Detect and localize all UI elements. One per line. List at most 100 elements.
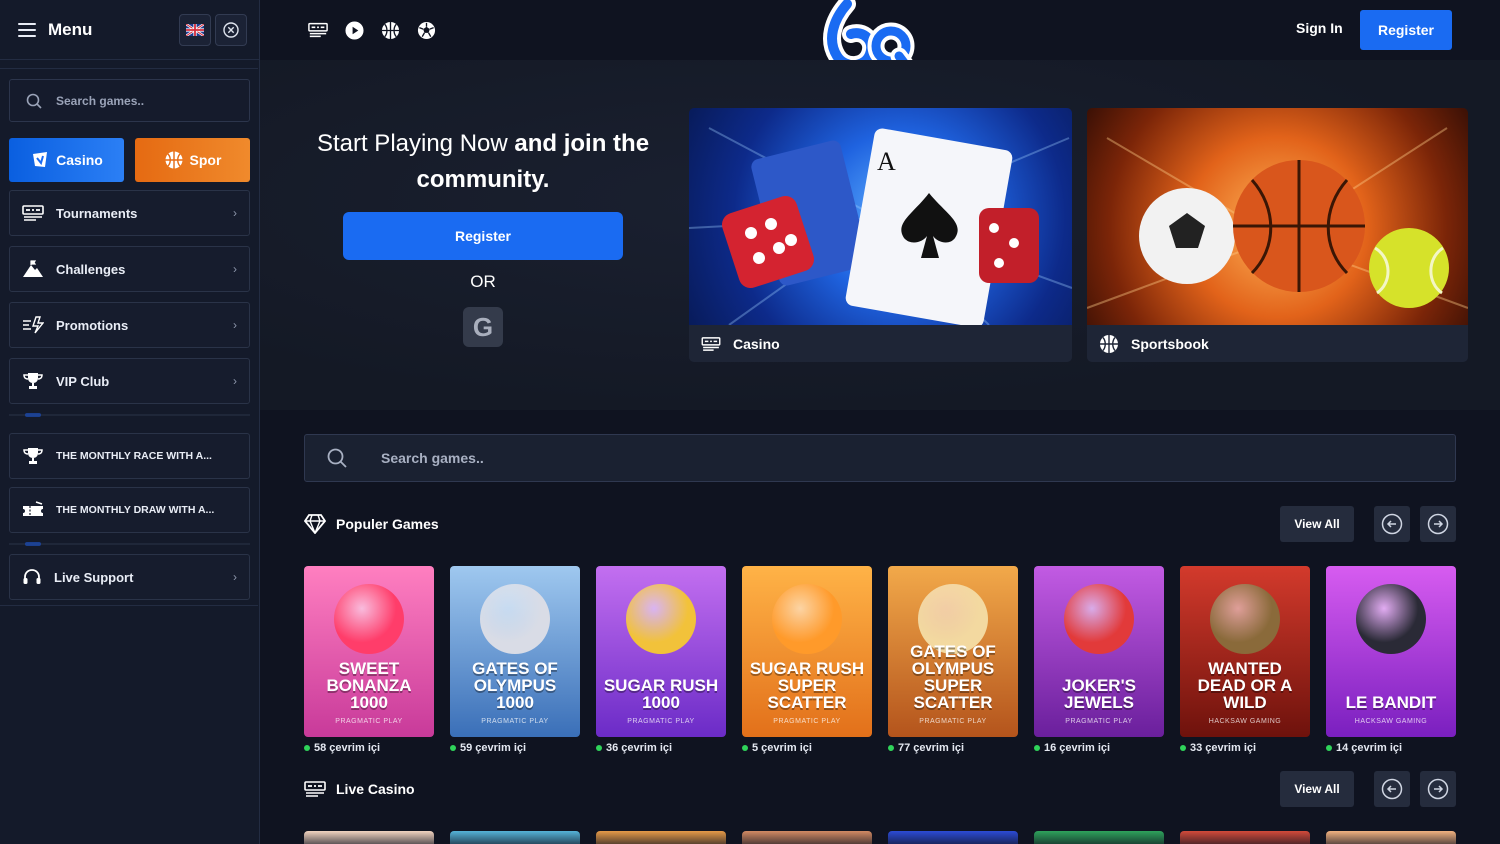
game-provider: PRAGMATIC PLAY xyxy=(481,718,549,725)
game-tile[interactable]: LE BANDIT HACKSAW GAMING 14 çevrim içi xyxy=(1326,566,1456,754)
live-next-button[interactable] xyxy=(1420,771,1456,807)
live-game-tile[interactable] xyxy=(742,831,872,844)
casino-art: A xyxy=(689,127,1072,328)
sidebar-item-label: Tournaments xyxy=(56,205,138,221)
live-game-tile[interactable] xyxy=(1180,831,1310,844)
top-link-tournaments[interactable] xyxy=(308,20,328,40)
game-tile[interactable]: SWEET BONANZA 1000 PRAGMATIC PLAY 58 çevri… xyxy=(304,566,434,754)
game-title: WANTED DEAD OR A WILD xyxy=(1197,659,1293,712)
game-provider: PRAGMATIC PLAY xyxy=(1065,718,1133,725)
live-game-tile[interactable] xyxy=(304,831,434,844)
popular-games-title: Populer Games xyxy=(336,516,439,532)
sidebar-event-monthly-draw[interactable]: THE MONTHLY DRAW WITH A... xyxy=(9,487,250,533)
live-casino-header: Live Casino View All xyxy=(304,771,1456,807)
casino-card-caption: Casino xyxy=(689,325,1072,362)
game-thumbnail[interactable]: SUGAR RUSH SUPER SCATTER PRAGMATIC PLAY xyxy=(742,566,872,737)
chevron-right-icon: › xyxy=(233,570,237,584)
game-title: SWEET BONANZA 1000 xyxy=(326,659,412,712)
google-login-button[interactable]: G xyxy=(463,307,503,347)
trophy-icon xyxy=(23,373,43,389)
game-provider: PRAGMATIC PLAY xyxy=(919,718,987,725)
sportsbook-card-caption: Sportsbook xyxy=(1087,325,1468,362)
game-art xyxy=(480,584,550,654)
game-tile[interactable]: GATES OF OLYMPUS SUPER SCATTER PRAGMATIC … xyxy=(888,566,1018,754)
game-online-count: 5 çevrim içi xyxy=(742,742,872,754)
hamburger-icon[interactable] xyxy=(18,22,36,37)
game-tile[interactable]: SUGAR RUSH 1000 PRAGMATIC PLAY 36 çevrim i… xyxy=(596,566,726,754)
menu-title: Menu xyxy=(48,19,93,39)
top-link-football[interactable] xyxy=(416,20,436,40)
popular-view-all-button[interactable]: View All xyxy=(1280,506,1354,542)
toggle-spor[interactable]: Spor xyxy=(135,138,250,182)
game-tile[interactable]: JOKER'S JEWELS PRAGMATIC PLAY 16 çevrim iç… xyxy=(1034,566,1164,754)
sign-in-link[interactable]: Sign In xyxy=(1296,20,1343,36)
game-online-count: 14 çevrim içi xyxy=(1326,742,1456,754)
live-game-tile[interactable] xyxy=(450,831,580,844)
chevron-right-icon: › xyxy=(233,318,237,332)
game-tile[interactable]: GATES OF OLYMPUS 1000 PRAGMATIC PLAY 59 çe… xyxy=(450,566,580,754)
popular-next-button[interactable] xyxy=(1420,506,1456,542)
sidebar-search-input[interactable]: Search games.. xyxy=(9,79,250,122)
arrow-left-circle-icon xyxy=(1381,778,1403,800)
games-search-placeholder: Search games.. xyxy=(381,450,484,466)
casino-card[interactable]: A Casino xyxy=(689,108,1072,362)
live-game-tile[interactable] xyxy=(1326,831,1456,844)
sidebar-item-challenges[interactable]: Challenges › xyxy=(9,246,250,292)
live-prev-button[interactable] xyxy=(1374,771,1410,807)
live-casino-icon xyxy=(304,781,326,797)
top-bar: Sign In Register xyxy=(260,0,1500,81)
live-game-tile[interactable] xyxy=(1034,831,1164,844)
sportsbook-card-label: Sportsbook xyxy=(1131,335,1209,352)
online-dot-icon xyxy=(742,745,748,751)
register-button[interactable]: Register xyxy=(1360,10,1452,50)
close-button[interactable] xyxy=(215,13,247,46)
language-button[interactable] xyxy=(179,13,211,46)
popular-prev-button[interactable] xyxy=(1374,506,1410,542)
sidebar-item-promotions[interactable]: Promotions › xyxy=(9,302,250,348)
game-online-label: 58 çevrim içi xyxy=(314,742,381,754)
live-casino-list xyxy=(304,831,1456,844)
game-online-count: 77 çevrim içi xyxy=(888,742,1018,754)
game-thumbnail[interactable]: SUGAR RUSH 1000 PRAGMATIC PLAY xyxy=(596,566,726,737)
sidebar-item-label: Challenges xyxy=(56,261,126,277)
game-thumbnail[interactable]: WANTED DEAD OR A WILD HACKSAW GAMING xyxy=(1180,566,1310,737)
game-thumbnail[interactable]: GATES OF OLYMPUS SUPER SCATTER PRAGMATIC … xyxy=(888,566,1018,737)
sportsbook-card[interactable]: Sportsbook xyxy=(1087,108,1468,362)
game-thumbnail[interactable]: JOKER'S JEWELS PRAGMATIC PLAY xyxy=(1034,566,1164,737)
casino-chip-icon xyxy=(33,152,48,167)
online-dot-icon xyxy=(596,745,602,751)
live-game-tile[interactable] xyxy=(888,831,1018,844)
casino-card-label: Casino xyxy=(733,335,780,352)
game-online-label: 59 çevrim içi xyxy=(460,742,527,754)
live-casino-title: Live Casino xyxy=(336,781,415,797)
top-link-sports[interactable] xyxy=(380,20,400,40)
hero-or-text: OR xyxy=(470,272,496,291)
game-thumbnail[interactable]: SWEET BONANZA 1000 PRAGMATIC PLAY xyxy=(304,566,434,737)
game-tile[interactable]: SUGAR RUSH SUPER SCATTER PRAGMATIC PLAY 5 … xyxy=(742,566,872,754)
chevron-right-icon: › xyxy=(233,206,237,220)
online-dot-icon xyxy=(1034,745,1040,751)
sidebar-item-live-support[interactable]: Live Support › xyxy=(9,554,250,600)
search-icon xyxy=(26,93,42,109)
hero-register-button[interactable]: Register xyxy=(343,212,623,260)
game-online-label: 77 çevrim içi xyxy=(898,742,965,754)
sportsbook-card-image xyxy=(1087,108,1468,325)
promotions-icon xyxy=(23,316,44,334)
live-view-all-button[interactable]: View All xyxy=(1280,771,1354,807)
game-thumbnail[interactable]: LE BANDIT HACKSAW GAMING xyxy=(1326,566,1456,737)
chevron-right-icon: › xyxy=(233,262,237,276)
sidebar-event-label: THE MONTHLY RACE WITH A... xyxy=(56,450,212,462)
toggle-casino[interactable]: Casino xyxy=(9,138,124,182)
sidebar-event-monthly-race[interactable]: THE MONTHLY RACE WITH A... xyxy=(9,433,250,479)
divider xyxy=(9,413,250,417)
sidebar-item-tournaments[interactable]: Tournaments › xyxy=(9,190,250,236)
top-link-live[interactable] xyxy=(344,20,364,40)
sidebar-item-vip-club[interactable]: VIP Club › xyxy=(9,358,250,404)
game-tile[interactable]: WANTED DEAD OR A WILD HACKSAW GAMING 33 çe… xyxy=(1180,566,1310,754)
arrow-left-circle-icon xyxy=(1381,513,1403,535)
svg-text:A: A xyxy=(877,147,896,176)
mountain-flag-icon xyxy=(23,260,43,277)
live-game-tile[interactable] xyxy=(596,831,726,844)
game-thumbnail[interactable]: GATES OF OLYMPUS 1000 PRAGMATIC PLAY xyxy=(450,566,580,737)
games-search-input[interactable]: Search games.. xyxy=(304,434,1456,482)
